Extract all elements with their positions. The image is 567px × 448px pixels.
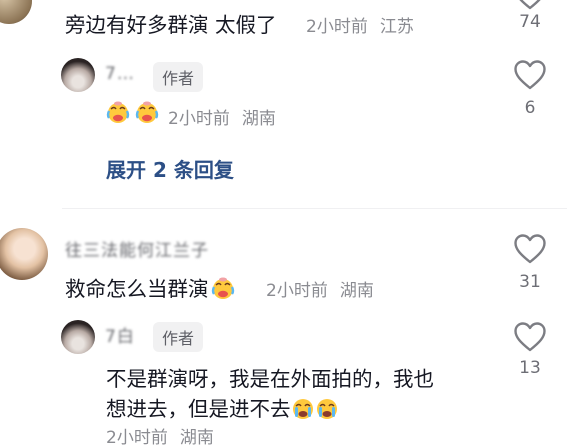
comment-text: 旁边有好多群演 太假了 [65, 13, 277, 37]
commenter-avatar[interactable] [0, 228, 48, 280]
reply-text-line1: 不是群演呀，我是在外面拍的，我也 [106, 367, 434, 391]
comment-location: 江苏 [379, 17, 414, 37]
reply-emoji-row [106, 100, 159, 124]
author-username[interactable]: 7白 [105, 322, 135, 347]
reply-location: 湖南 [179, 428, 214, 448]
like-count: 31 [519, 272, 541, 292]
divider [62, 208, 567, 209]
reply-location: 湖南 [241, 109, 276, 129]
cry-sad-emoji [291, 396, 315, 420]
comment-time: 2小时前 [266, 281, 328, 301]
author-badge: 作者 [153, 322, 204, 352]
author-username[interactable]: 7… [105, 64, 135, 84]
comment-location: 湖南 [339, 281, 374, 301]
commenter-username[interactable]: 往三法能何江兰子 [65, 236, 209, 261]
commenter-avatar[interactable] [0, 0, 32, 24]
reply-text-line2-body: 想进去，但是进不去 [106, 397, 291, 421]
like-heart-icon[interactable] [514, 60, 546, 90]
expand-replies-link[interactable]: 展开 2 条回复 [106, 154, 234, 183]
comment-time: 2小时前 [306, 17, 368, 37]
comment-meta: 2小时前 湖南 [266, 276, 374, 301]
like-count: 6 [524, 98, 536, 118]
comment-text: 救命怎么当群演 [65, 272, 235, 302]
reply-meta: 2小时前 湖南 [106, 423, 214, 448]
cry-sad-emoji [315, 396, 339, 420]
reply-time: 2小时前 [106, 428, 168, 448]
reply-meta: 2小时前 湖南 [168, 104, 276, 129]
author-badge: 作者 [153, 62, 204, 92]
comment-meta: 2小时前 江苏 [306, 12, 414, 37]
like-count: 13 [519, 358, 541, 378]
author-avatar[interactable] [61, 320, 95, 354]
cry-laugh-emoji [211, 276, 235, 300]
like-heart-icon[interactable] [514, 234, 546, 264]
like-heart-icon[interactable] [514, 0, 546, 10]
reply-time: 2小时前 [168, 109, 230, 129]
author-avatar[interactable] [61, 58, 95, 92]
comment-text-body: 救命怎么当群演 [65, 277, 209, 301]
like-count: 74 [519, 12, 541, 32]
cry-laugh-emoji [106, 100, 130, 124]
reply-text-line2: 想进去，但是进不去 [106, 392, 339, 422]
cry-laugh-emoji [135, 100, 159, 124]
like-heart-icon[interactable] [514, 322, 546, 352]
